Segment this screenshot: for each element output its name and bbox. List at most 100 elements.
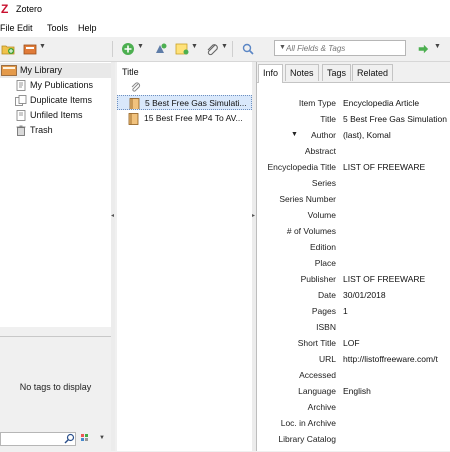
field-value[interactable]: LOF (343, 335, 450, 351)
field-label: Publisher (300, 274, 336, 284)
attachment-icon[interactable] (205, 42, 219, 56)
advanced-search-icon[interactable] (241, 42, 255, 56)
chevron-down-icon[interactable]: ▼ (39, 43, 46, 50)
left-splitter[interactable]: ◂ (111, 62, 115, 451)
field-row: Series (257, 175, 450, 191)
add-by-identifier-icon[interactable] (153, 42, 167, 56)
field-label: # of Volumes (286, 226, 336, 236)
field-row: Title 5 Best Free Gas Simulation (257, 111, 450, 127)
field-value[interactable]: LIST OF FREEWARE (343, 159, 450, 175)
field-label: Archive (307, 402, 336, 412)
field-label: Abstract (304, 146, 336, 156)
field-value[interactable]: LIST OF FREEWARE (343, 271, 450, 287)
field-label: Place (314, 258, 336, 268)
field-row: Loc. in Archive (257, 415, 450, 431)
field-row: Language English (257, 383, 450, 399)
search-mode-chevron-icon[interactable]: ▼ (279, 44, 286, 51)
chevron-down-icon[interactable]: ▼ (191, 43, 198, 50)
library-item-my-library[interactable]: My Library (0, 63, 111, 78)
field-label: Author (310, 130, 336, 140)
no-tags-message: No tags to display (19, 382, 92, 392)
field-row: Item Type Encyclopedia Article (257, 95, 450, 111)
library-item-trash[interactable]: Trash (0, 123, 111, 138)
field-label: Date (318, 290, 336, 300)
collections-pane: My Library My Publications Duplicate Ite… (0, 62, 112, 327)
chevron-down-icon[interactable]: ▼ (434, 43, 441, 50)
item-row[interactable]: 5 Best Free Gas Simulati... (117, 95, 252, 110)
field-value[interactable]: Encyclopedia Article (343, 95, 450, 111)
item-row[interactable]: 15 Best Free MP4 To AV... (117, 111, 252, 126)
field-label: Item Type (298, 98, 336, 108)
field-row: ISBN (257, 319, 450, 335)
field-label: Short Title (297, 338, 336, 348)
field-label: Encyclopedia Title (267, 162, 336, 172)
menu-file[interactable]: File (0, 23, 15, 33)
library-item-duplicate-items[interactable]: Duplicate Items (0, 93, 111, 108)
search-icon (64, 433, 75, 444)
search-input[interactable] (286, 42, 401, 54)
field-row: Publisher LIST OF FREEWARE (257, 271, 450, 287)
expand-creators-icon[interactable]: ▼ (291, 127, 298, 143)
duplicate-icon (15, 95, 27, 106)
field-row: Encyclopedia Title LIST OF FREEWARE (257, 159, 450, 175)
library-item-label: Duplicate Items (30, 95, 93, 105)
menu-bar: File Edit Tools Help (0, 20, 450, 37)
library-item-label: My Library (20, 65, 63, 75)
toolbar-separator (232, 41, 233, 57)
tag-selector: No tags to display ▼ (0, 336, 111, 452)
field-label: Accessed (299, 370, 336, 380)
field-label: Pages (311, 306, 336, 316)
tab-notes[interactable]: Notes (285, 64, 319, 81)
book-icon (128, 113, 139, 125)
field-value[interactable]: (last), Komal (343, 127, 450, 143)
item-title: 5 Best Free Gas Simulati... (145, 98, 247, 108)
field-value[interactable]: 5 Best Free Gas Simulation (343, 111, 450, 127)
menu-edit[interactable]: Edit (17, 23, 33, 33)
menu-tools[interactable]: Tools (47, 23, 68, 33)
field-value[interactable]: 30/01/2018 (343, 287, 450, 303)
tab-info[interactable]: Info (258, 64, 284, 83)
trash-icon (16, 125, 26, 136)
column-header-title[interactable]: Title (122, 67, 139, 77)
search-field[interactable]: ▼ (274, 40, 406, 56)
tag-actions-icon[interactable] (81, 433, 93, 444)
field-value[interactable]: 1 (343, 303, 450, 319)
field-row: Series Number (257, 191, 450, 207)
tab-tags[interactable]: Tags (322, 64, 352, 81)
new-item-icon[interactable] (121, 42, 135, 56)
field-row: Volume (257, 207, 450, 223)
field-label: Language (298, 386, 336, 396)
chevron-down-icon[interactable]: ▼ (99, 435, 105, 441)
chevron-down-icon[interactable]: ▼ (137, 43, 144, 50)
chevron-down-icon[interactable]: ▼ (221, 43, 228, 50)
field-row: # of Volumes (257, 223, 450, 239)
library-item-my-publications[interactable]: My Publications (0, 78, 111, 93)
new-note-icon[interactable] (175, 42, 189, 56)
detail-tabs: Info Notes Tags Related (257, 62, 450, 83)
locate-arrow-icon[interactable] (417, 42, 429, 56)
new-collection-icon[interactable] (1, 42, 15, 56)
splitter-grip-icon: ▸ (252, 213, 256, 219)
field-label: Title (320, 114, 336, 124)
zotero-logo-icon: Z (1, 2, 9, 16)
item-detail-pane: Info Notes Tags Related Item Type Encyclo… (256, 62, 450, 451)
title-bar: Z Zotero (0, 0, 450, 20)
field-row: Place (257, 255, 450, 271)
attachment-column-icon[interactable] (130, 82, 141, 93)
field-row: URL http://listoffreeware.com/t (257, 351, 450, 367)
toolbar-separator (112, 41, 113, 57)
new-library-icon[interactable] (23, 42, 37, 56)
field-value[interactable]: http://listoffreeware.com/t (343, 351, 450, 367)
library-item-unfiled-items[interactable]: Unfiled Items (0, 108, 111, 123)
field-label: URL (318, 354, 336, 364)
field-label: Volume (307, 210, 336, 220)
unfiled-icon (16, 110, 26, 121)
library-item-label: Unfiled Items (30, 110, 83, 120)
menu-help[interactable]: Help (78, 23, 97, 33)
field-row: ▼ Author (last), Komal (257, 127, 450, 143)
field-value[interactable]: English (343, 383, 450, 399)
tab-related[interactable]: Related (352, 64, 394, 81)
field-row: Library Catalog (257, 431, 450, 447)
book-icon (129, 98, 140, 109)
field-row: Abstract (257, 143, 450, 159)
